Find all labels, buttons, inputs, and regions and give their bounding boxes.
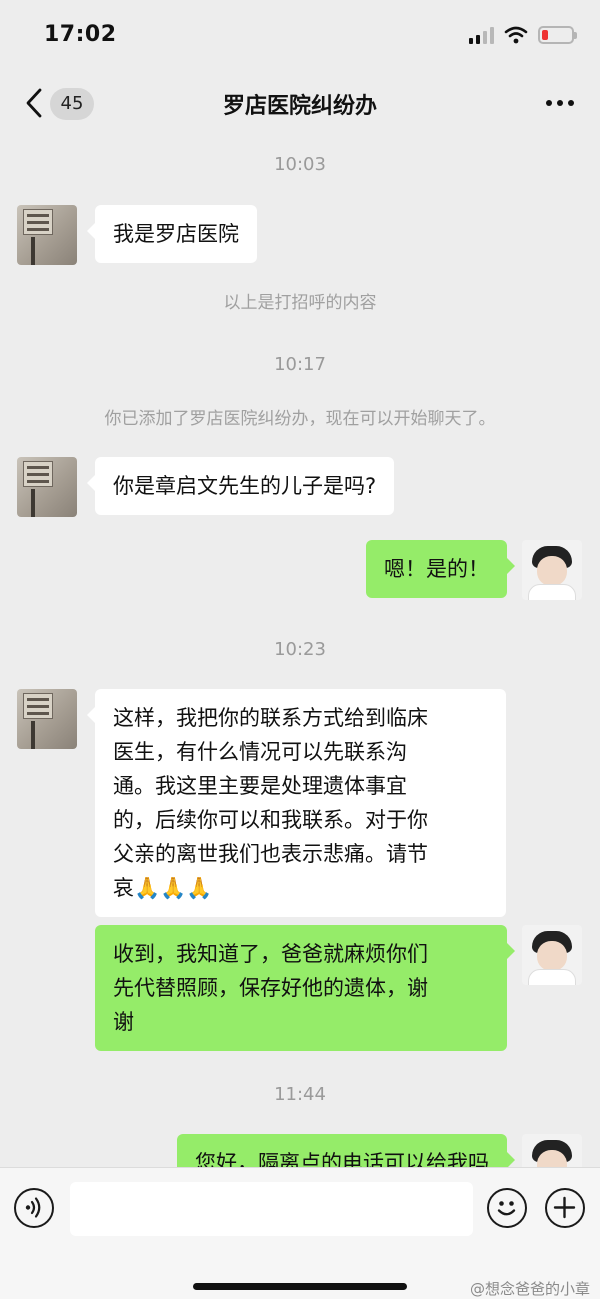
- message-line: 谢: [113, 1010, 134, 1034]
- outgoing-message[interactable]: 收到，我知道了，爸爸就麻烦你们 先代替照顾，保存好他的遗体，谢 谢: [95, 925, 515, 1051]
- signal-icon: [469, 26, 494, 44]
- input-bar: @想念爸爸的小章: [0, 1167, 600, 1299]
- outgoing-message[interactable]: 嗯！是的！: [366, 540, 515, 598]
- chat-header: 45 罗店医院纠纷办: [0, 72, 600, 134]
- message-line: 收到，我知道了，爸爸就麻烦你们: [113, 942, 428, 966]
- message-line: 哀🙏🙏🙏: [113, 876, 213, 900]
- timestamp: 10:23: [274, 639, 326, 660]
- user-avatar[interactable]: [522, 925, 582, 985]
- message-line: 医生，有什么情况可以先联系沟: [113, 740, 407, 764]
- unread-count-badge[interactable]: 45: [50, 88, 94, 120]
- incoming-message[interactable]: 我是罗店医院: [87, 205, 257, 263]
- contact-avatar[interactable]: [17, 457, 77, 517]
- message-line: 父亲的离世我们也表示悲痛。请节: [113, 842, 428, 866]
- message-input[interactable]: [70, 1182, 473, 1236]
- incoming-message[interactable]: 你是章启文先生的儿子是吗?: [86, 457, 395, 515]
- timestamp: 10:17: [274, 354, 326, 375]
- status-bar: 17:02: [0, 0, 600, 72]
- battery-icon: [538, 26, 577, 44]
- back-chevron-icon[interactable]: [22, 86, 46, 120]
- voice-icon[interactable]: [14, 1188, 54, 1228]
- home-indicator[interactable]: [193, 1283, 407, 1290]
- incoming-message[interactable]: 这样，我把你的联系方式给到临床 医生，有什么情况可以先联系沟 通。我这里主要是处…: [87, 689, 506, 917]
- message-line: 通。我这里主要是处理遗体事宜: [113, 774, 407, 798]
- contact-avatar[interactable]: [17, 205, 77, 265]
- message-list[interactable]: 10:03 我是罗店医院 以上是打招呼的内容 10:17 你已添加了罗店医院纠纷…: [0, 134, 600, 1167]
- outgoing-message[interactable]: 您好，隔离点的电话可以给我吗: [177, 1134, 515, 1167]
- message-line: 先代替照顾，保存好他的遗体，谢: [113, 976, 428, 1000]
- status-time: 17:02: [44, 22, 117, 47]
- more-dots-icon[interactable]: [546, 100, 574, 106]
- chat-title: 罗店医院纠纷办: [222, 94, 377, 119]
- status-icons: [469, 26, 577, 44]
- system-message: 你已添加了罗店医院纠纷办，现在可以开始聊天了。: [104, 409, 496, 429]
- system-message: 以上是打招呼的内容: [223, 293, 377, 313]
- wifi-icon: [504, 26, 528, 44]
- watermark: @想念爸爸的小章: [469, 1280, 590, 1298]
- timestamp: 10:03: [274, 154, 326, 175]
- contact-avatar[interactable]: [17, 689, 77, 749]
- user-avatar[interactable]: [522, 1134, 582, 1167]
- timestamp: 11:44: [274, 1084, 326, 1105]
- user-avatar[interactable]: [522, 540, 582, 600]
- plus-icon[interactable]: [545, 1188, 585, 1228]
- message-line: 这样，我把你的联系方式给到临床: [113, 706, 428, 730]
- message-line: 的，后续你可以和我联系。对于你: [113, 808, 428, 832]
- emoji-icon[interactable]: [487, 1188, 527, 1228]
